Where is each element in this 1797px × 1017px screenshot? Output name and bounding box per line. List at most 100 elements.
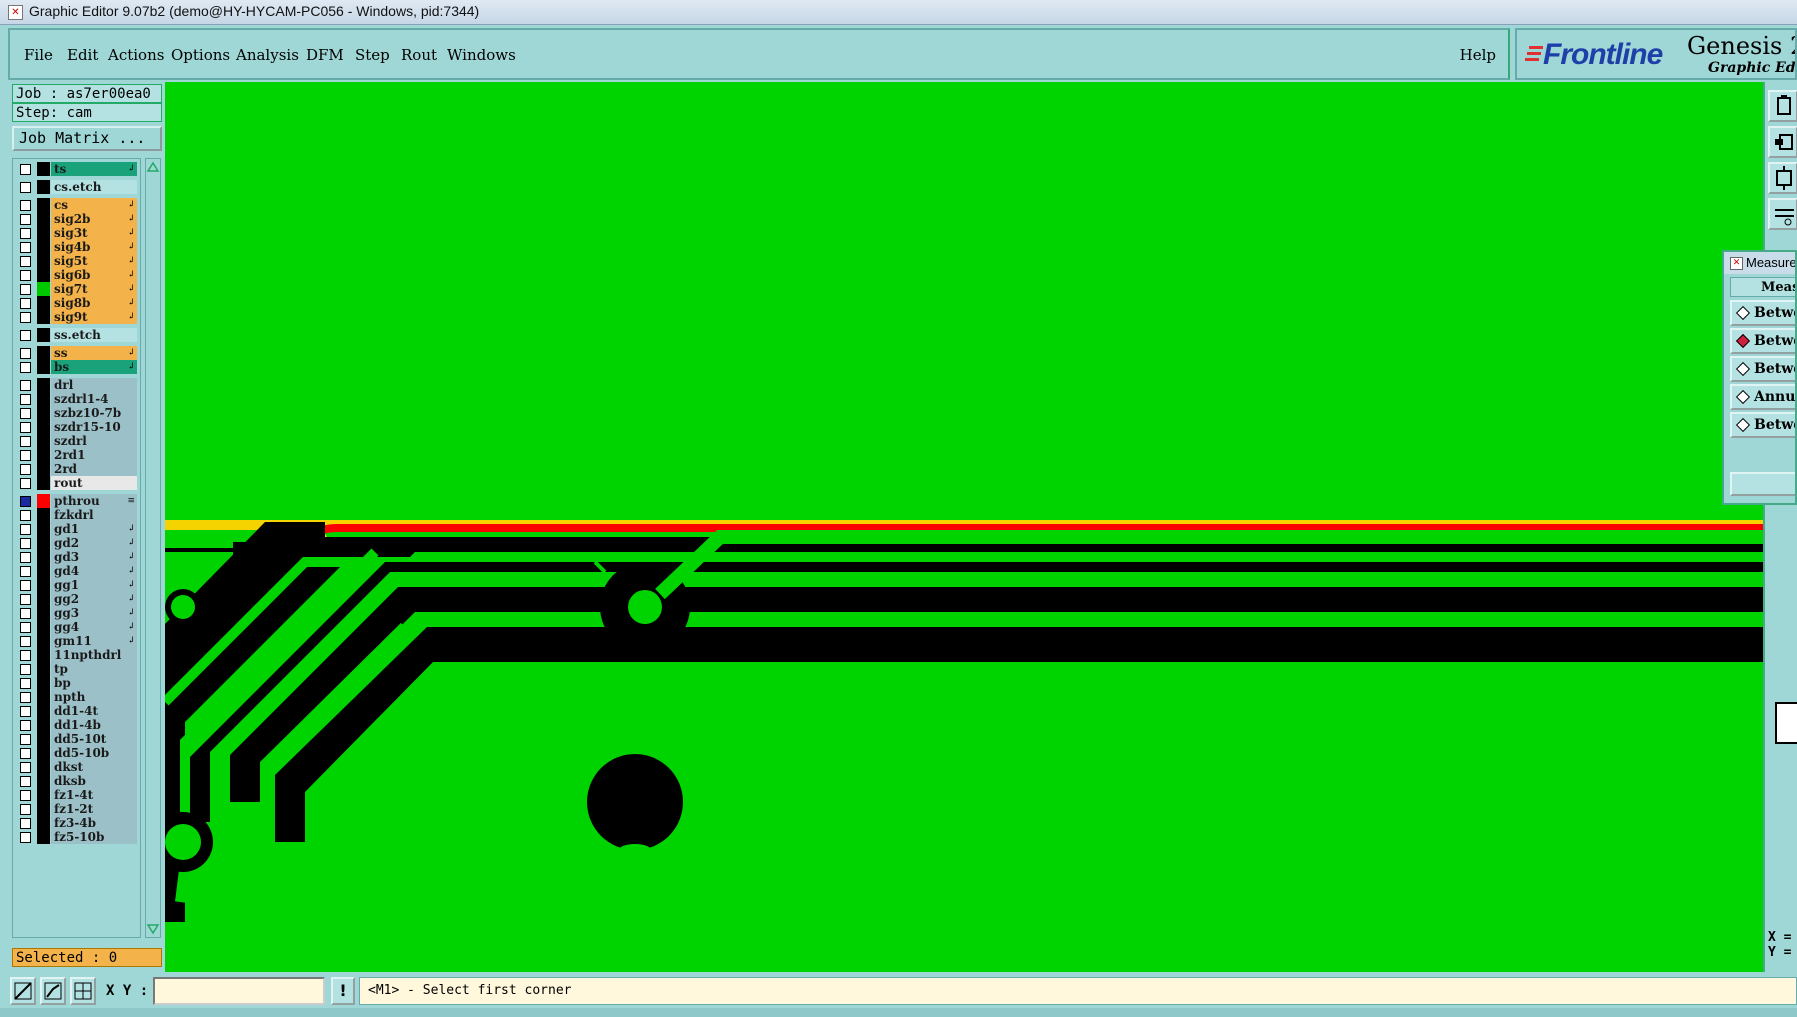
- layer-checkbox[interactable]: [20, 692, 31, 703]
- menu-edit[interactable]: Edit: [67, 46, 98, 64]
- layer-name[interactable]: bs: [51, 360, 137, 374]
- layer-row[interactable]: drl: [15, 378, 137, 393]
- layer-checkbox[interactable]: [20, 284, 31, 295]
- measure-option-3[interactable]: Betwe: [1730, 356, 1795, 382]
- layer-checkbox[interactable]: [20, 436, 31, 447]
- measure-option-2[interactable]: Betwe: [1730, 328, 1795, 354]
- layer-name[interactable]: dd5-10b: [51, 746, 137, 760]
- layer-name[interactable]: gd4: [51, 564, 137, 578]
- layer-name[interactable]: bp: [51, 676, 137, 690]
- layer-name[interactable]: gm11: [51, 634, 137, 648]
- layer-name[interactable]: dd1-4t: [51, 704, 137, 718]
- layer-row[interactable]: sig5t ↲: [15, 254, 137, 269]
- layer-checkbox[interactable]: [20, 566, 31, 577]
- layer-row[interactable]: 11npthdrl: [15, 648, 137, 663]
- menu-windows[interactable]: Windows: [447, 46, 516, 64]
- snap-tool-button[interactable]: [10, 977, 36, 1005]
- layer-name[interactable]: sig9t: [51, 310, 137, 324]
- layer-checkbox[interactable]: [20, 650, 31, 661]
- layer-row[interactable]: fz1-4t: [15, 788, 137, 803]
- layer-checkbox[interactable]: [20, 270, 31, 281]
- graphic-canvas[interactable]: [165, 82, 1763, 972]
- layer-row[interactable]: npth: [15, 690, 137, 705]
- layer-row[interactable]: bp: [15, 676, 137, 691]
- layer-name[interactable]: cs.etch: [51, 180, 137, 194]
- layer-checkbox[interactable]: [20, 312, 31, 323]
- layer-row[interactable]: szdrl1-4: [15, 392, 137, 407]
- layer-checkbox[interactable]: [20, 362, 31, 373]
- layer-checkbox[interactable]: [20, 552, 31, 563]
- layer-name[interactable]: szdrl1-4: [51, 392, 137, 406]
- menu-rout[interactable]: Rout: [401, 46, 437, 64]
- job-matrix-button[interactable]: Job Matrix ...: [12, 126, 162, 151]
- layer-checkbox[interactable]: [20, 804, 31, 815]
- layer-name[interactable]: sig8b: [51, 296, 137, 310]
- menu-options[interactable]: Options: [171, 46, 230, 64]
- measure-option-5[interactable]: Betwe: [1730, 412, 1795, 438]
- layer-row[interactable]: gm11 ↲: [15, 634, 137, 649]
- layer-checkbox[interactable]: [20, 394, 31, 405]
- layer-row[interactable]: pthrou ≡: [15, 494, 137, 509]
- layer-row[interactable]: fz3-4b: [15, 816, 137, 831]
- layer-name[interactable]: gd2: [51, 536, 137, 550]
- layer-row[interactable]: tp: [15, 662, 137, 677]
- layer-row[interactable]: fz5-10b: [15, 830, 137, 845]
- layer-name[interactable]: sig3t: [51, 226, 137, 240]
- layer-checkbox[interactable]: [20, 164, 31, 175]
- layer-name[interactable]: dkst: [51, 760, 137, 774]
- layer-name[interactable]: 2rd1: [51, 448, 137, 462]
- scroll-down-icon[interactable]: [146, 923, 160, 935]
- layer-checkbox[interactable]: [20, 832, 31, 843]
- layer-name[interactable]: gg4: [51, 620, 137, 634]
- menu-actions[interactable]: Actions: [108, 46, 164, 64]
- layer-name[interactable]: szbz10-7b: [51, 406, 137, 420]
- layer-row[interactable]: sig6b ↲: [15, 268, 137, 283]
- measure-tool-button[interactable]: [40, 977, 66, 1005]
- layer-row[interactable]: gd1 ↲: [15, 522, 137, 537]
- layer-row[interactable]: ss.etch: [15, 328, 137, 343]
- layer-row[interactable]: szdr15-10: [15, 420, 137, 435]
- layer-row[interactable]: sig9t ↲: [15, 310, 137, 325]
- layer-row[interactable]: dd1-4t: [15, 704, 137, 719]
- layer-name[interactable]: ts: [51, 162, 137, 176]
- exclamation-button[interactable]: !: [331, 977, 355, 1005]
- layer-checkbox[interactable]: [20, 228, 31, 239]
- layer-checkbox[interactable]: [20, 380, 31, 391]
- layer-checkbox[interactable]: [20, 622, 31, 633]
- layer-name[interactable]: szdr15-10: [51, 420, 137, 434]
- layer-name[interactable]: dksb: [51, 774, 137, 788]
- menu-file[interactable]: File: [24, 46, 53, 64]
- layer-checkbox[interactable]: [20, 762, 31, 773]
- layer-checkbox[interactable]: [20, 200, 31, 211]
- layer-row[interactable]: rout: [15, 476, 137, 491]
- layer-row[interactable]: dkst: [15, 760, 137, 775]
- layer-row[interactable]: gg2 ↲: [15, 592, 137, 607]
- layer-name[interactable]: fz3-4b: [51, 816, 137, 830]
- layer-checkbox[interactable]: [20, 608, 31, 619]
- layer-name[interactable]: fz5-10b: [51, 830, 137, 844]
- layer-checkbox[interactable]: [20, 214, 31, 225]
- layer-row[interactable]: dksb: [15, 774, 137, 789]
- layer-name[interactable]: tp: [51, 662, 137, 676]
- layer-checkbox[interactable]: [20, 706, 31, 717]
- layer-name[interactable]: gg3: [51, 606, 137, 620]
- measure-action-button[interactable]: [1730, 472, 1795, 496]
- layer-checkbox[interactable]: [20, 734, 31, 745]
- scroll-up-icon[interactable]: [146, 161, 160, 173]
- menu-analysis[interactable]: Analysis: [236, 46, 299, 64]
- layer-tool-button[interactable]: [1768, 126, 1797, 158]
- layer-name[interactable]: pthrou: [51, 494, 137, 508]
- layer-row[interactable]: gd4 ↲: [15, 564, 137, 579]
- layer-list-scrollbar[interactable]: [145, 158, 161, 938]
- layer-row[interactable]: fzkdrl: [15, 508, 137, 523]
- layer-row[interactable]: cs ↲: [15, 198, 137, 213]
- clipboard-tool-button[interactable]: [1768, 90, 1797, 122]
- layer-checkbox[interactable]: [20, 818, 31, 829]
- layer-name[interactable]: fz1-4t: [51, 788, 137, 802]
- layer-checkbox[interactable]: [20, 348, 31, 359]
- layer-row[interactable]: szbz10-7b: [15, 406, 137, 421]
- layer-checkbox[interactable]: [20, 510, 31, 521]
- layer-checkbox[interactable]: [20, 524, 31, 535]
- layer-checkbox[interactable]: [20, 298, 31, 309]
- layer-checkbox[interactable]: [20, 422, 31, 433]
